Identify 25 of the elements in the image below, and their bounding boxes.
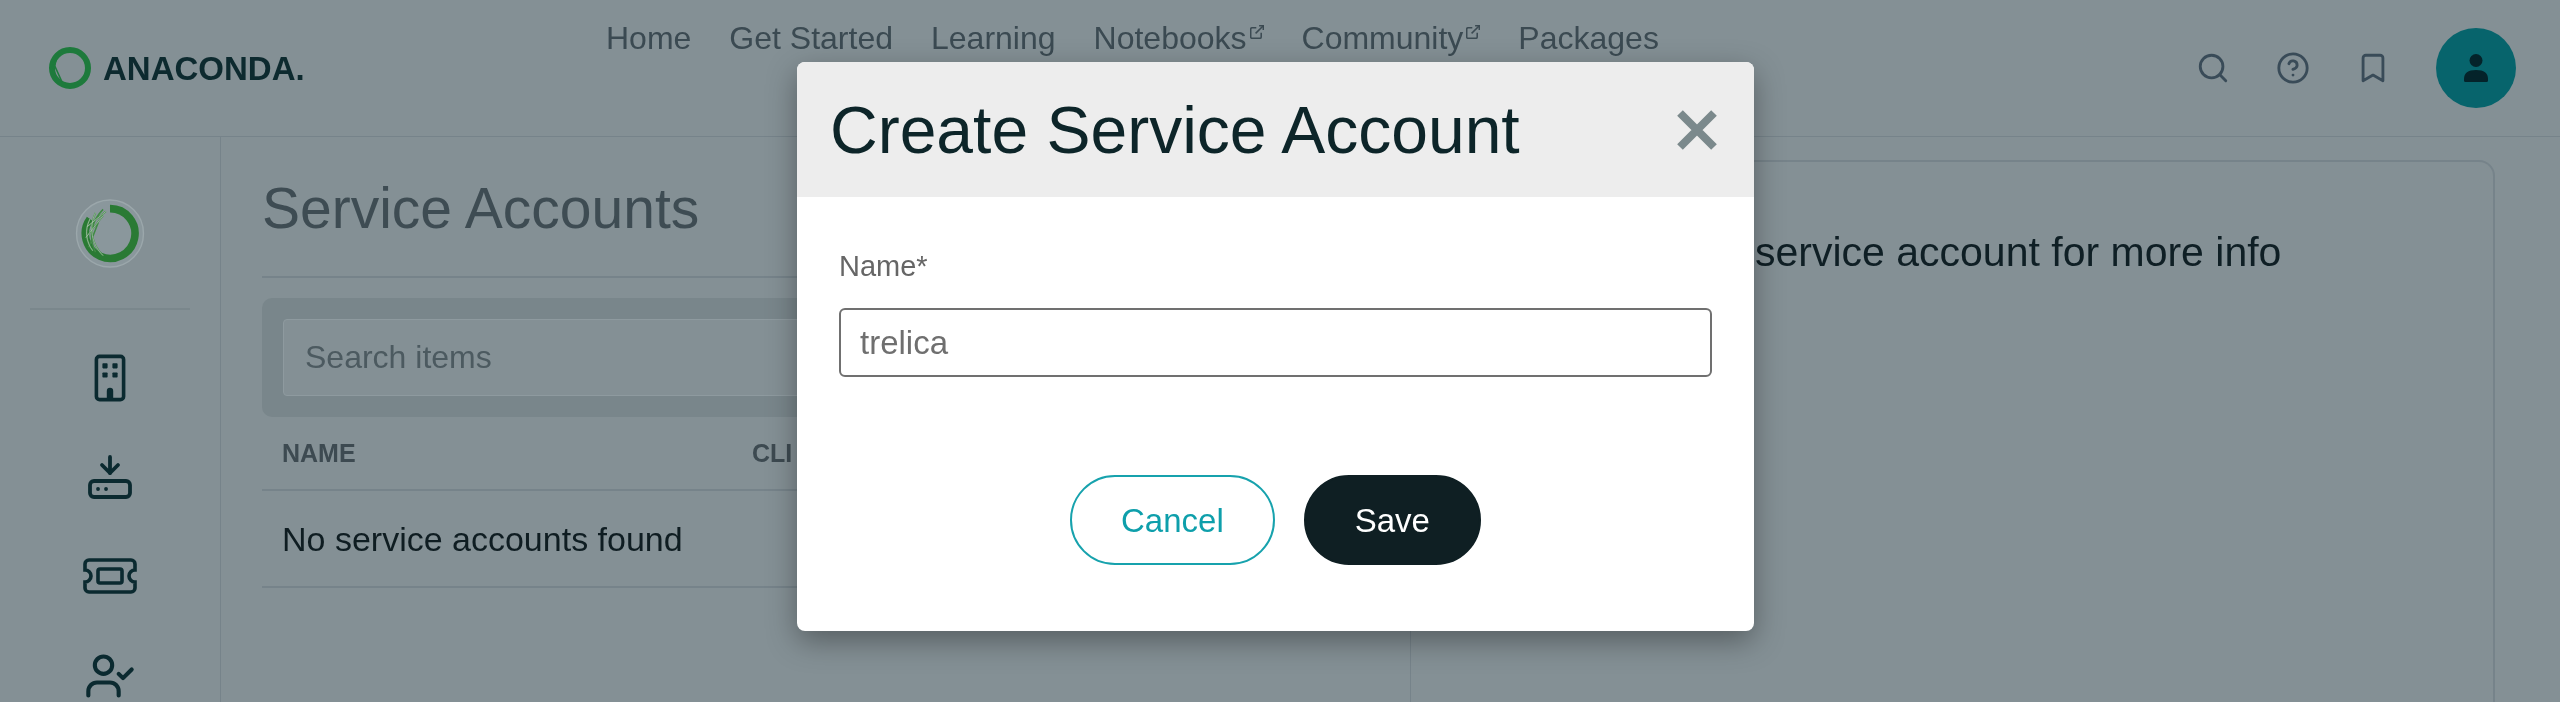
field-label: Name*: [839, 252, 928, 281]
person-icon: [2464, 54, 2488, 82]
search-icon[interactable]: [2196, 51, 2230, 85]
download-icon[interactable]: [86, 453, 134, 501]
detail-message: service account for more info: [1755, 228, 2282, 277]
column-header: CLI: [752, 440, 793, 466]
close-button[interactable]: [1676, 108, 1718, 151]
nav-link[interactable]: Get Started: [729, 22, 893, 54]
save-button[interactable]: Save: [1303, 475, 1481, 565]
dialog-title: Create Service Account: [830, 96, 1520, 163]
nav-link[interactable]: Packages: [1518, 22, 1659, 54]
ring-logo-icon: [48, 46, 92, 90]
help-icon[interactable]: [2276, 51, 2310, 85]
input-field[interactable]: trelica: [839, 308, 1712, 377]
column-header: NAME: [282, 440, 356, 466]
logo-link[interactable]: ANACONDA.: [48, 46, 305, 90]
nav-link[interactable]: Learning: [931, 22, 1056, 54]
nav-link[interactable]: Home: [606, 22, 692, 54]
nav-link[interactable]: Notebooks: [1093, 22, 1264, 54]
cancel-button[interactable]: Cancel: [1070, 475, 1275, 565]
page-title: Service Accounts: [262, 180, 700, 237]
close-icon: [1676, 108, 1718, 151]
ticket-icon[interactable]: [83, 558, 137, 594]
nav-link[interactable]: Community: [1301, 22, 1481, 54]
empty-table-message: No service accounts found: [282, 521, 683, 556]
